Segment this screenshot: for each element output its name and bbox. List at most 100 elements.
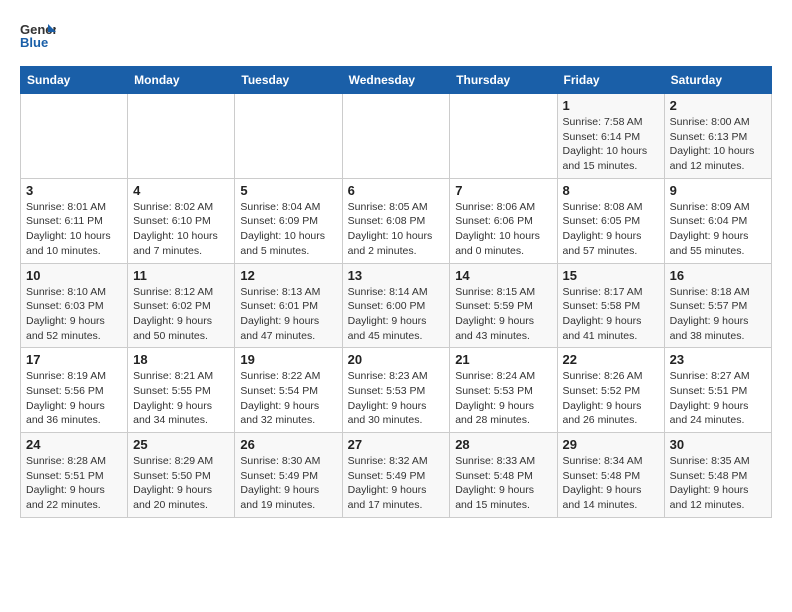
- day-number: 10: [26, 268, 122, 283]
- calendar-cell: 12 Sunrise: 8:13 AM Sunset: 6:01 PM Dayli…: [235, 263, 342, 348]
- day-info: Sunrise: 8:19 AM Sunset: 5:56 PM Dayligh…: [26, 369, 122, 428]
- day-number: 4: [133, 183, 229, 198]
- calendar-cell: 9 Sunrise: 8:09 AM Sunset: 6:04 PM Daylig…: [664, 178, 771, 263]
- day-number: 19: [240, 352, 336, 367]
- day-info: Sunrise: 8:08 AM Sunset: 6:05 PM Dayligh…: [563, 200, 659, 259]
- calendar-cell: 17 Sunrise: 8:19 AM Sunset: 5:56 PM Dayli…: [21, 348, 128, 433]
- svg-text:Blue: Blue: [20, 35, 48, 50]
- calendar-cell: 22 Sunrise: 8:26 AM Sunset: 5:52 PM Dayli…: [557, 348, 664, 433]
- day-info: Sunrise: 8:32 AM Sunset: 5:49 PM Dayligh…: [348, 454, 445, 513]
- day-of-week-header: Saturday: [664, 67, 771, 94]
- calendar-cell: 8 Sunrise: 8:08 AM Sunset: 6:05 PM Daylig…: [557, 178, 664, 263]
- day-info: Sunrise: 8:29 AM Sunset: 5:50 PM Dayligh…: [133, 454, 229, 513]
- day-number: 20: [348, 352, 445, 367]
- calendar-cell: 2 Sunrise: 8:00 AM Sunset: 6:13 PM Daylig…: [664, 94, 771, 179]
- day-number: 25: [133, 437, 229, 452]
- calendar-cell: [235, 94, 342, 179]
- calendar-cell: 1 Sunrise: 7:58 AM Sunset: 6:14 PM Daylig…: [557, 94, 664, 179]
- day-number: 6: [348, 183, 445, 198]
- day-number: 24: [26, 437, 122, 452]
- day-info: Sunrise: 8:26 AM Sunset: 5:52 PM Dayligh…: [563, 369, 659, 428]
- calendar-cell: [21, 94, 128, 179]
- logo: General Blue: [20, 20, 56, 50]
- day-number: 2: [670, 98, 766, 113]
- day-number: 5: [240, 183, 336, 198]
- day-info: Sunrise: 8:30 AM Sunset: 5:49 PM Dayligh…: [240, 454, 336, 513]
- day-info: Sunrise: 7:58 AM Sunset: 6:14 PM Dayligh…: [563, 115, 659, 174]
- day-info: Sunrise: 8:18 AM Sunset: 5:57 PM Dayligh…: [670, 285, 766, 344]
- day-number: 7: [455, 183, 551, 198]
- day-number: 17: [26, 352, 122, 367]
- calendar-cell: 24 Sunrise: 8:28 AM Sunset: 5:51 PM Dayli…: [21, 433, 128, 518]
- day-number: 21: [455, 352, 551, 367]
- day-number: 22: [563, 352, 659, 367]
- day-info: Sunrise: 8:27 AM Sunset: 5:51 PM Dayligh…: [670, 369, 766, 428]
- day-number: 16: [670, 268, 766, 283]
- calendar-cell: 14 Sunrise: 8:15 AM Sunset: 5:59 PM Dayli…: [450, 263, 557, 348]
- day-info: Sunrise: 8:01 AM Sunset: 6:11 PM Dayligh…: [26, 200, 122, 259]
- day-number: 18: [133, 352, 229, 367]
- calendar-cell: 16 Sunrise: 8:18 AM Sunset: 5:57 PM Dayli…: [664, 263, 771, 348]
- day-number: 13: [348, 268, 445, 283]
- day-info: Sunrise: 8:02 AM Sunset: 6:10 PM Dayligh…: [133, 200, 229, 259]
- day-number: 8: [563, 183, 659, 198]
- calendar-cell: 3 Sunrise: 8:01 AM Sunset: 6:11 PM Daylig…: [21, 178, 128, 263]
- calendar-cell: 7 Sunrise: 8:06 AM Sunset: 6:06 PM Daylig…: [450, 178, 557, 263]
- calendar-cell: 6 Sunrise: 8:05 AM Sunset: 6:08 PM Daylig…: [342, 178, 450, 263]
- logo-icon: General Blue: [20, 20, 56, 50]
- calendar-cell: 20 Sunrise: 8:23 AM Sunset: 5:53 PM Dayli…: [342, 348, 450, 433]
- day-of-week-header: Sunday: [21, 67, 128, 94]
- day-number: 30: [670, 437, 766, 452]
- day-of-week-header: Thursday: [450, 67, 557, 94]
- day-info: Sunrise: 8:23 AM Sunset: 5:53 PM Dayligh…: [348, 369, 445, 428]
- day-info: Sunrise: 8:28 AM Sunset: 5:51 PM Dayligh…: [26, 454, 122, 513]
- day-info: Sunrise: 8:06 AM Sunset: 6:06 PM Dayligh…: [455, 200, 551, 259]
- calendar-cell: 27 Sunrise: 8:32 AM Sunset: 5:49 PM Dayli…: [342, 433, 450, 518]
- day-info: Sunrise: 8:09 AM Sunset: 6:04 PM Dayligh…: [670, 200, 766, 259]
- day-info: Sunrise: 8:24 AM Sunset: 5:53 PM Dayligh…: [455, 369, 551, 428]
- day-of-week-header: Friday: [557, 67, 664, 94]
- calendar-cell: 5Sunrise: 8:04 AM Sunset: 6:09 PM Daylig…: [235, 178, 342, 263]
- day-info: Sunrise: 8:14 AM Sunset: 6:00 PM Dayligh…: [348, 285, 445, 344]
- calendar-cell: 15Sunrise: 8:17 AM Sunset: 5:58 PM Dayli…: [557, 263, 664, 348]
- calendar-cell: 23 Sunrise: 8:27 AM Sunset: 5:51 PM Dayli…: [664, 348, 771, 433]
- calendar-cell: 18 Sunrise: 8:21 AM Sunset: 5:55 PM Dayli…: [128, 348, 235, 433]
- day-info: Sunrise: 8:35 AM Sunset: 5:48 PM Dayligh…: [670, 454, 766, 513]
- day-number: 3: [26, 183, 122, 198]
- day-number: 15: [563, 268, 659, 283]
- day-number: 23: [670, 352, 766, 367]
- day-number: 12: [240, 268, 336, 283]
- calendar-cell: 10Sunrise: 8:10 AM Sunset: 6:03 PM Dayli…: [21, 263, 128, 348]
- calendar-cell: [342, 94, 450, 179]
- day-info: Sunrise: 8:33 AM Sunset: 5:48 PM Dayligh…: [455, 454, 551, 513]
- day-number: 14: [455, 268, 551, 283]
- day-number: 29: [563, 437, 659, 452]
- calendar-cell: 19 Sunrise: 8:22 AM Sunset: 5:54 PM Dayli…: [235, 348, 342, 433]
- day-info: Sunrise: 8:00 AM Sunset: 6:13 PM Dayligh…: [670, 115, 766, 174]
- day-info: Sunrise: 8:15 AM Sunset: 5:59 PM Dayligh…: [455, 285, 551, 344]
- calendar-cell: 28 Sunrise: 8:33 AM Sunset: 5:48 PM Dayli…: [450, 433, 557, 518]
- day-info: Sunrise: 8:21 AM Sunset: 5:55 PM Dayligh…: [133, 369, 229, 428]
- day-number: 1: [563, 98, 659, 113]
- calendar-cell: 4 Sunrise: 8:02 AM Sunset: 6:10 PM Daylig…: [128, 178, 235, 263]
- calendar-cell: 30 Sunrise: 8:35 AM Sunset: 5:48 PM Dayli…: [664, 433, 771, 518]
- calendar-cell: 29 Sunrise: 8:34 AM Sunset: 5:48 PM Dayli…: [557, 433, 664, 518]
- day-info: Sunrise: 8:34 AM Sunset: 5:48 PM Dayligh…: [563, 454, 659, 513]
- day-info: Sunrise: 8:05 AM Sunset: 6:08 PM Dayligh…: [348, 200, 445, 259]
- day-number: 9: [670, 183, 766, 198]
- calendar-table: SundayMondayTuesdayWednesdayThursdayFrid…: [20, 66, 772, 518]
- calendar-cell: 13 Sunrise: 8:14 AM Sunset: 6:00 PM Dayli…: [342, 263, 450, 348]
- day-info: Sunrise: 8:13 AM Sunset: 6:01 PM Dayligh…: [240, 285, 336, 344]
- page-header: General Blue: [20, 20, 772, 50]
- day-of-week-header: Tuesday: [235, 67, 342, 94]
- calendar-cell: 21 Sunrise: 8:24 AM Sunset: 5:53 PM Dayli…: [450, 348, 557, 433]
- day-number: 28: [455, 437, 551, 452]
- calendar-cell: 11Sunrise: 8:12 AM Sunset: 6:02 PM Dayli…: [128, 263, 235, 348]
- calendar-cell: 26 Sunrise: 8:30 AM Sunset: 5:49 PM Dayli…: [235, 433, 342, 518]
- day-info: Sunrise: 8:22 AM Sunset: 5:54 PM Dayligh…: [240, 369, 336, 428]
- day-number: 26: [240, 437, 336, 452]
- calendar-cell: [450, 94, 557, 179]
- day-number: 27: [348, 437, 445, 452]
- day-number: 11: [133, 268, 229, 283]
- day-of-week-header: Wednesday: [342, 67, 450, 94]
